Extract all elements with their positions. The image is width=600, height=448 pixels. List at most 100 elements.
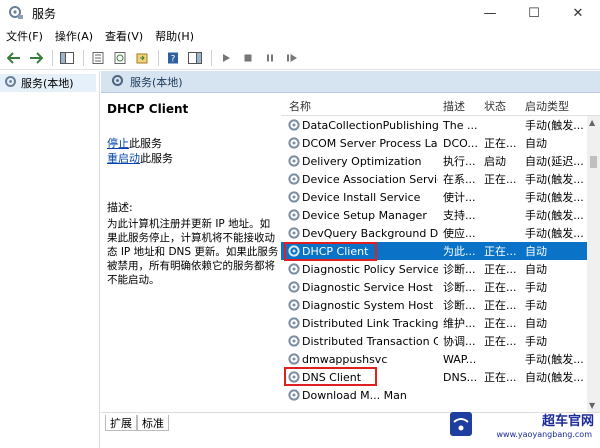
vertical-scrollbar[interactable]: ▲ ▼ bbox=[587, 116, 600, 412]
gear-icon bbox=[287, 208, 301, 222]
service-row[interactable]: Device Install Service 使计... 手动(触发... bbox=[281, 188, 600, 206]
forward-arrow-icon[interactable] bbox=[26, 49, 46, 67]
service-name: Distributed Transaction C... bbox=[302, 334, 438, 348]
gear-icon bbox=[287, 118, 301, 132]
service-row[interactable]: DataCollectionPublishing... The ... 手动(触发.… bbox=[281, 116, 600, 134]
action-pane-icon[interactable] bbox=[185, 49, 205, 67]
service-startup-type: 手动(触发... bbox=[525, 173, 584, 186]
tab-standard[interactable]: 标准 bbox=[137, 415, 169, 431]
service-description: 使计... bbox=[443, 191, 476, 204]
back-arrow-icon[interactable] bbox=[4, 49, 24, 67]
service-startup-type: 自动(延迟... bbox=[525, 155, 584, 168]
service-startup-type: 自动 bbox=[525, 245, 547, 258]
stop-service-icon[interactable] bbox=[238, 49, 258, 67]
gear-icon bbox=[287, 172, 301, 186]
service-row[interactable]: DCOM Server Process La... DCO... 正在... 自动 bbox=[281, 134, 600, 152]
service-startup-type: 手动(触发... bbox=[525, 227, 584, 240]
toolbar-separator bbox=[52, 49, 53, 66]
service-row[interactable]: Distributed Transaction C... 协调... 正在... 手动 bbox=[281, 332, 600, 350]
dns-highlight-box bbox=[284, 367, 377, 386]
service-row[interactable]: dmwappushsvc WAP... 手动(触发... bbox=[281, 350, 600, 368]
service-row[interactable]: Device Association Service 在系... 正在... 手动(触… bbox=[281, 170, 600, 188]
gear-icon bbox=[287, 262, 301, 276]
service-name: Device Association Service bbox=[302, 172, 438, 186]
service-row[interactable]: Diagnostic Policy Service 诊断... 正在... 自动 bbox=[281, 260, 600, 278]
service-startup-type: 手动 bbox=[525, 335, 547, 348]
description-text: 为此计算机注册并更新 IP 地址。如果此服务停止，计算机将不能接收动态 IP 地… bbox=[107, 218, 279, 286]
service-name: DevQuery Background D... bbox=[302, 226, 438, 240]
menu-view[interactable]: 查看(V) bbox=[105, 28, 143, 44]
service-description: WAP... bbox=[443, 352, 477, 366]
pause-service-icon[interactable] bbox=[260, 49, 280, 67]
menu-file[interactable]: 文件(F) bbox=[6, 28, 43, 44]
services-pane-header: 服务(本地) bbox=[101, 71, 600, 93]
gear-icon bbox=[4, 75, 17, 91]
service-status: 正在... bbox=[484, 173, 517, 186]
service-name: Device Install Service bbox=[302, 190, 421, 204]
service-name: Distributed Link Tracking... bbox=[302, 316, 438, 330]
service-description: 协调... bbox=[443, 335, 476, 348]
service-row[interactable]: Device Setup Manager 支持... 手动(触发... bbox=[281, 206, 600, 224]
service-status: 正在... bbox=[484, 137, 517, 150]
scroll-up-arrow-icon[interactable]: ▲ bbox=[589, 118, 595, 127]
show-hide-console-tree-icon[interactable] bbox=[57, 49, 77, 67]
menu-action[interactable]: 操作(A) bbox=[55, 28, 93, 44]
tree-item-services-local[interactable]: 服务(本地) bbox=[0, 74, 96, 92]
service-row[interactable]: Distributed Link Tracking... 维护... 正在... 自动 bbox=[281, 314, 600, 332]
tree-item-label: 服务(本地) bbox=[21, 77, 74, 90]
service-description: 支持... bbox=[443, 209, 476, 222]
minimize-button[interactable]: — bbox=[468, 0, 512, 26]
service-row[interactable]: Diagnostic System Host 诊断... 正在... 手动 bbox=[281, 296, 600, 314]
column-header-status[interactable]: 状态 bbox=[484, 98, 506, 114]
service-row[interactable]: Diagnostic Service Host 诊断... 正在... 手动 bbox=[281, 278, 600, 296]
menu-bar: 文件(F) 操作(A) 查看(V) 帮助(H) bbox=[0, 26, 600, 46]
gear-icon bbox=[287, 154, 301, 168]
services-pane-title: 服务(本地) bbox=[130, 75, 183, 89]
service-status: 启动 bbox=[484, 155, 506, 168]
toolbar: ? bbox=[0, 46, 600, 70]
help-icon[interactable]: ? bbox=[163, 49, 183, 67]
refresh-icon[interactable] bbox=[110, 49, 130, 67]
stop-service-link[interactable]: 停止 bbox=[107, 137, 129, 150]
start-service-icon[interactable] bbox=[216, 49, 236, 67]
service-startup-type: 手动(触发... bbox=[525, 119, 584, 132]
service-startup-type: 自动 bbox=[525, 317, 547, 330]
export-list-icon[interactable] bbox=[132, 49, 152, 67]
toolbar-separator bbox=[211, 49, 212, 66]
column-header-description[interactable]: 描述 bbox=[443, 98, 465, 114]
gear-icon bbox=[287, 280, 301, 294]
service-row[interactable]: DevQuery Background D... 使应... 手动(触发... bbox=[281, 224, 600, 242]
column-header-startup-type[interactable]: 启动类型 bbox=[525, 98, 569, 114]
service-status: 正在... bbox=[484, 335, 517, 348]
service-startup-type: 手动(触发... bbox=[525, 209, 584, 222]
service-action-links: 停止此服务 重启动此服务 bbox=[107, 136, 275, 166]
service-startup-type: 手动 bbox=[525, 281, 547, 294]
service-name: Diagnostic Policy Service bbox=[302, 262, 438, 276]
selected-service-title: DHCP Client bbox=[107, 102, 189, 116]
menu-help[interactable]: 帮助(H) bbox=[155, 28, 194, 44]
scrollbar-thumb[interactable] bbox=[590, 156, 597, 168]
close-button[interactable]: ✕ bbox=[556, 0, 600, 26]
service-description: 诊断... bbox=[443, 263, 476, 276]
properties-icon[interactable] bbox=[88, 49, 108, 67]
gear-icon bbox=[287, 190, 301, 204]
svg-text:?: ? bbox=[171, 54, 176, 64]
restart-service-icon[interactable] bbox=[282, 49, 302, 67]
service-description: 在系... bbox=[443, 173, 476, 186]
watermark-text: 超车官网 bbox=[541, 414, 594, 429]
window-title: 服务 bbox=[32, 6, 57, 21]
maximize-button[interactable]: ☐ bbox=[512, 0, 556, 26]
service-startup-type: 自动 bbox=[525, 137, 547, 150]
gear-icon bbox=[287, 226, 301, 240]
service-name: dmwappushsvc bbox=[302, 352, 388, 366]
service-status: 正在... bbox=[484, 245, 517, 258]
service-status: 正在... bbox=[484, 281, 517, 294]
service-row[interactable]: Delivery Optimization 执行... 启动 自动(延迟... bbox=[281, 152, 600, 170]
restart-service-link[interactable]: 重启动 bbox=[107, 152, 140, 165]
column-header-name[interactable]: 名称 bbox=[289, 98, 311, 114]
service-name: Diagnostic System Host bbox=[302, 298, 434, 312]
watermark-url: www.yaoyangbang.com bbox=[496, 430, 592, 439]
tab-extended[interactable]: 扩展 bbox=[105, 415, 137, 431]
service-status: 正在... bbox=[484, 371, 517, 384]
services-list: 名称 描述 状态 启动类型 DataCollectionPublishing..… bbox=[281, 94, 600, 412]
